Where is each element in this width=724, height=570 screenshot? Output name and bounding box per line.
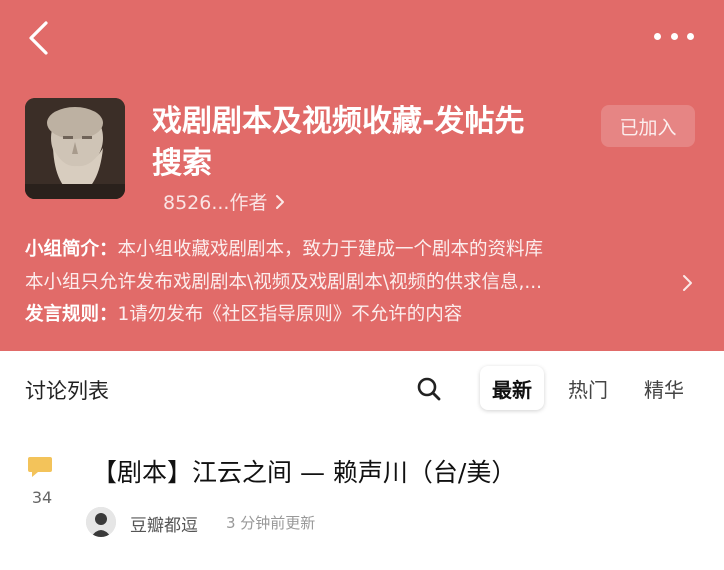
more-dot [687, 32, 694, 40]
more-dot [670, 32, 678, 40]
more-button[interactable] [654, 26, 694, 46]
members-link[interactable]: 8526...作者 [163, 188, 285, 215]
group-header: 戏剧剧本及视频收藏-发帖先 搜索 已加入 8526...作者 小组简介：本小组收… [0, 0, 724, 351]
group-title-line1: 戏剧剧本及视频收藏-发帖先 [152, 104, 525, 139]
group-rules[interactable]: 发言规则：1请勿发布《社区指导原则》不允许的内容 [25, 302, 665, 328]
group-avatar[interactable] [25, 98, 125, 199]
search-button[interactable] [415, 375, 443, 403]
intro-label: 小组简介： [25, 239, 118, 260]
comment-icon [27, 455, 53, 479]
tab-featured[interactable]: 精华 [632, 366, 696, 410]
chevron-left-icon [29, 21, 48, 55]
bust-statue-image [25, 98, 125, 199]
joined-button[interactable]: 已加入 [601, 105, 695, 147]
group-title: 戏剧剧本及视频收藏-发帖先 搜索 [152, 101, 572, 185]
tab-hot[interactable]: 热门 [556, 366, 620, 410]
intro-text: 本小组收藏戏剧剧本，致力于建成一个剧本的资料库 [117, 239, 544, 260]
post-title[interactable]: 【剧本】江云之间 — 赖声川（台/美） [92, 453, 516, 489]
back-button[interactable] [22, 20, 58, 56]
more-dot [654, 32, 661, 40]
group-intro-line2[interactable]: 本小组只允许发布戏剧剧本\视频及戏剧剧本\视频的供求信息,... [25, 270, 665, 296]
post-time: 3 分钟前更新 [226, 514, 316, 532]
search-icon [417, 377, 441, 401]
rules-text: 1请勿发布《社区指导原则》不允许的内容 [117, 304, 463, 325]
avatar[interactable] [86, 507, 116, 537]
chevron-right-icon [276, 194, 285, 209]
tab-latest[interactable]: 最新 [480, 366, 544, 410]
group-intro[interactable]: 小组简介：本小组收藏戏剧剧本，致力于建成一个剧本的资料库 [25, 237, 665, 263]
sort-tabs: 最新 热门 精华 [480, 366, 708, 410]
comment-count: 34 [31, 488, 53, 507]
discussion-list-title: 讨论列表 [25, 379, 109, 403]
post-author[interactable]: 豆瓣都逗 [130, 511, 198, 536]
rules-label: 发言规则： [25, 304, 118, 325]
members-count: 8526...作者 [163, 192, 268, 214]
group-title-line2: 搜索 [152, 146, 212, 181]
intro-expand-button[interactable] [680, 273, 694, 293]
chevron-right-icon [683, 275, 692, 291]
